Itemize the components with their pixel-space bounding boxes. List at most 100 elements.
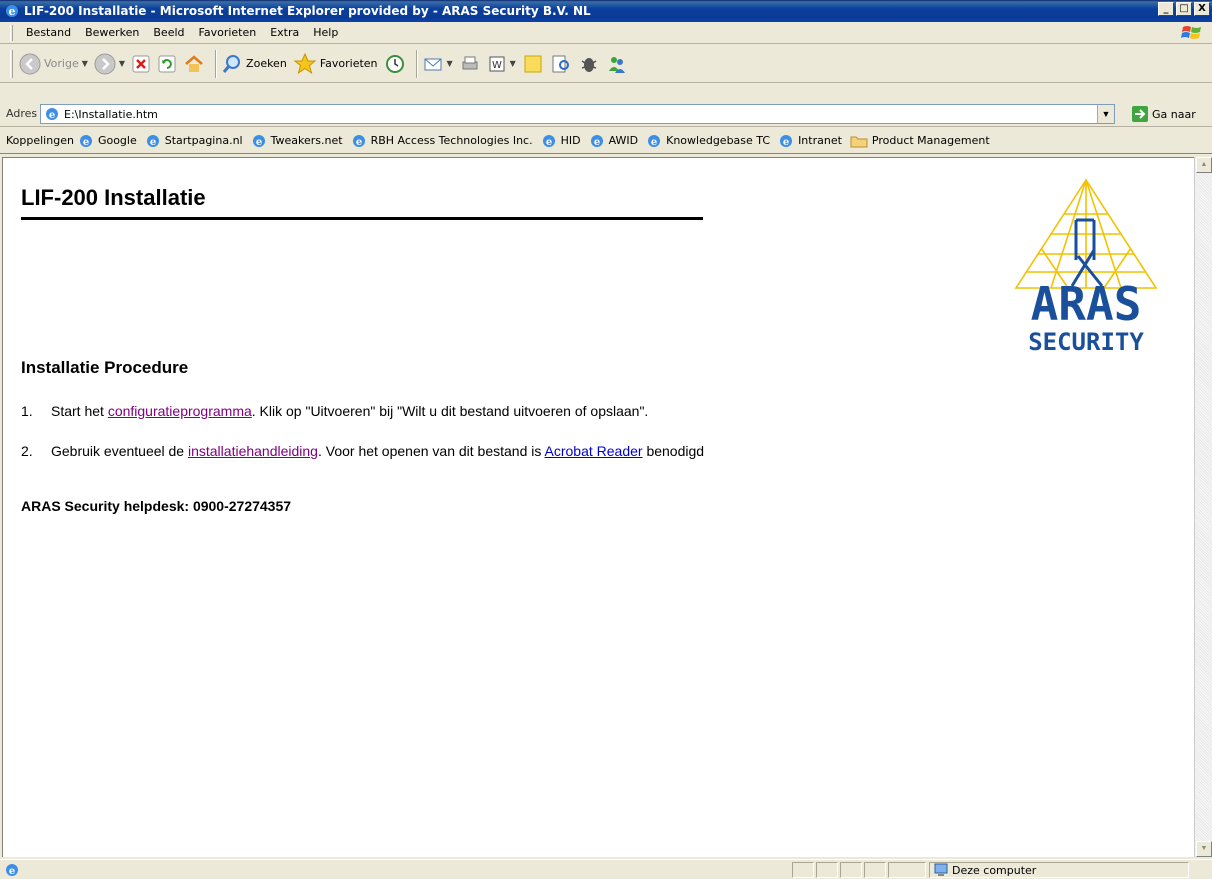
- zone-label: Deze computer: [952, 863, 1037, 877]
- link-label: HID: [560, 134, 581, 147]
- page-content: LIF-200 Installatie ARAS SECURITY Instal…: [2, 157, 1194, 857]
- ie-page-icon: e: [79, 134, 92, 148]
- menu-extra[interactable]: Extra: [263, 26, 306, 39]
- link-label: Google: [97, 134, 137, 147]
- windows-logo-icon: [1181, 26, 1201, 39]
- installatiehandleiding-link[interactable]: installatiehandleiding: [188, 443, 318, 459]
- step-text: benodigd: [642, 443, 705, 459]
- svg-text:e: e: [545, 137, 551, 148]
- printer-icon: [462, 56, 478, 69]
- link-label: Intranet: [798, 134, 842, 147]
- page-title: LIF-200 Installatie: [21, 185, 206, 210]
- scroll-up-icon[interactable]: ▲: [1196, 157, 1212, 173]
- configuratieprogramma-link[interactable]: configuratieprogramma: [108, 403, 252, 419]
- research-icon: [552, 55, 569, 72]
- vertical-scrollbar[interactable]: ▲ ▼: [1194, 157, 1212, 857]
- favorites-label: Favorieten: [319, 57, 378, 70]
- folder-icon: [850, 136, 868, 147]
- refresh-button[interactable]: [157, 54, 177, 74]
- forward-button[interactable]: ▼: [94, 53, 125, 75]
- address-value: E:\Installatie.htm: [64, 107, 158, 121]
- link-startpagina[interactable]: e Startpagina.nl: [145, 133, 243, 149]
- note-icon: [524, 55, 542, 72]
- ie-page-icon: e: [648, 134, 661, 148]
- minimize-button[interactable]: _: [1158, 2, 1174, 16]
- back-button[interactable]: Vorige ▼: [19, 53, 88, 75]
- menu-bar: Bestand Bewerken Beeld Favorieten Extra …: [0, 22, 1212, 44]
- address-input[interactable]: e E:\Installatie.htm ▼: [40, 104, 1115, 124]
- status-cell: [792, 862, 814, 878]
- link-rbh[interactable]: e RBH Access Technologies Inc.: [351, 133, 533, 149]
- ie-page-icon: e: [590, 134, 603, 148]
- page-icon: e: [46, 108, 58, 121]
- scroll-down-icon[interactable]: ▼: [1196, 841, 1212, 857]
- mail-button[interactable]: ▼: [422, 53, 453, 75]
- bug-button[interactable]: [578, 53, 600, 75]
- step-1: 1. Start het configuratieprogramma. Klik …: [21, 403, 648, 419]
- menu-bestand[interactable]: Bestand: [19, 26, 78, 39]
- menu-help[interactable]: Help: [306, 26, 345, 39]
- link-google[interactable]: e Google: [78, 133, 137, 149]
- link-hid[interactable]: e HID: [541, 133, 581, 149]
- go-button[interactable]: Ga naar: [1131, 105, 1196, 123]
- status-bar: e Deze computer: [0, 859, 1212, 879]
- notes-button[interactable]: [522, 53, 544, 75]
- menu-grip[interactable]: [10, 24, 13, 41]
- stop-icon: [132, 55, 150, 72]
- step-number: 2.: [21, 443, 33, 459]
- step-text: Start het: [51, 403, 108, 419]
- research-button[interactable]: [550, 53, 572, 75]
- window-title: LIF-200 Installatie - Microsoft Internet…: [24, 4, 591, 18]
- ie-icon: e: [6, 5, 18, 18]
- edit-dropdown-icon[interactable]: ▼: [510, 59, 516, 68]
- print-button[interactable]: [459, 53, 481, 75]
- svg-text:W: W: [492, 60, 502, 71]
- menu-favorieten[interactable]: Favorieten: [192, 26, 264, 39]
- home-button[interactable]: [183, 53, 205, 75]
- history-button[interactable]: [384, 53, 406, 75]
- home-icon: [185, 54, 203, 72]
- status-cell: [864, 862, 886, 878]
- messenger-button[interactable]: [606, 53, 628, 75]
- link-intranet[interactable]: e Intranet: [778, 133, 842, 149]
- forward-dropdown-icon[interactable]: ▼: [119, 59, 125, 68]
- address-dropdown-icon[interactable]: ▼: [1097, 105, 1114, 123]
- ie-page-icon: e: [352, 134, 365, 148]
- star-icon: [293, 52, 317, 74]
- toolbar-grip[interactable]: [10, 49, 13, 78]
- mail-icon: [424, 58, 442, 70]
- step-text: . Voor het openen van dit bestand is: [317, 443, 545, 459]
- link-awid[interactable]: e AWID: [589, 133, 638, 149]
- refresh-icon: [158, 55, 176, 72]
- acrobat-reader-link[interactable]: Acrobat Reader: [545, 443, 643, 459]
- bug-icon: [581, 57, 597, 72]
- link-product-management[interactable]: Product Management: [850, 133, 990, 149]
- menu-beeld[interactable]: Beeld: [146, 26, 191, 39]
- svg-text:e: e: [255, 137, 261, 148]
- mail-dropdown-icon[interactable]: ▼: [447, 59, 453, 68]
- status-cell: [816, 862, 838, 878]
- link-tweakers[interactable]: e Tweakers.net: [251, 133, 343, 149]
- go-label: Ga naar: [1152, 107, 1196, 121]
- link-label: Product Management: [871, 134, 990, 147]
- step-2: 2. Gebruik eventueel de installatiehandle…: [21, 443, 704, 459]
- link-label: Knowledgebase TC: [666, 134, 771, 147]
- stop-button[interactable]: [131, 54, 151, 74]
- search-button[interactable]: Zoeken: [221, 53, 287, 75]
- maximize-button[interactable]: □: [1176, 2, 1192, 16]
- status-cell: [888, 862, 926, 878]
- link-knowledgebase[interactable]: e Knowledgebase TC: [646, 133, 770, 149]
- svg-text:e: e: [9, 866, 15, 877]
- favorites-button[interactable]: Favorieten: [293, 52, 378, 76]
- menu-bewerken[interactable]: Bewerken: [78, 26, 146, 39]
- step-text: . Klik op "Uitvoeren" bij "Wilt u dit be…: [251, 403, 649, 419]
- back-label: Vorige: [44, 57, 79, 70]
- search-icon: [222, 54, 241, 73]
- step-text: Gebruik eventueel de: [51, 443, 188, 459]
- word-icon: W: [489, 56, 505, 71]
- edit-button[interactable]: W ▼: [487, 54, 516, 74]
- close-button[interactable]: X: [1194, 2, 1210, 16]
- link-label: RBH Access Technologies Inc.: [370, 134, 533, 147]
- links-bar: Koppelingen e Google e Startpagina.nl e …: [0, 128, 1212, 154]
- back-dropdown-icon[interactable]: ▼: [82, 59, 88, 68]
